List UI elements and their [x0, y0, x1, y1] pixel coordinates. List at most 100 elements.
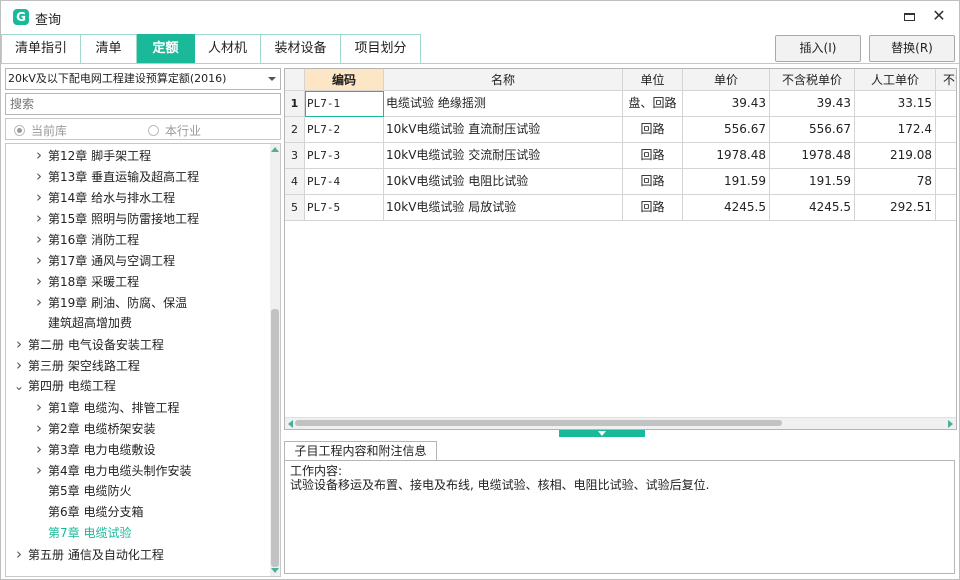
grid-cell-unit[interactable]: 回路 [623, 117, 683, 143]
chevron-right-icon[interactable]: › [12, 355, 26, 376]
tree-item[interactable]: 第6章 电缆分支箱 [32, 502, 143, 523]
maximize-icon[interactable] [903, 10, 917, 24]
grid-cell-empty[interactable] [936, 143, 956, 169]
tree-item[interactable]: › 第12章 脚手架工程 [32, 145, 151, 166]
tab-bill-guide[interactable]: 清单指引 [1, 34, 81, 64]
grid-cell-code[interactable]: PL7-4 [305, 169, 384, 195]
grid-cell-name[interactable]: 10kV电缆试验 交流耐压试验 [384, 143, 623, 169]
chevron-right-icon[interactable]: › [32, 187, 46, 208]
radio-unselected-icon[interactable] [148, 125, 159, 136]
chevron-right-icon[interactable]: › [32, 208, 46, 229]
tab-labor-material-machine[interactable]: 人材机 [195, 34, 261, 64]
tree-item[interactable]: ⌄ 第四册 电缆工程 [12, 376, 116, 397]
grid-cell-price-ex-tax[interactable]: 1978.48 [770, 143, 855, 169]
chevron-right-icon[interactable]: › [32, 271, 46, 292]
grid-cell-unit[interactable]: 回路 [623, 169, 683, 195]
column-header[interactable]: 名称 [384, 69, 623, 91]
tab-bill[interactable]: 清单 [81, 34, 137, 64]
tab-quota[interactable]: 定额 [137, 34, 195, 64]
grid-cell-price-ex-tax[interactable]: 556.67 [770, 117, 855, 143]
chevron-right-icon[interactable]: › [32, 250, 46, 271]
close-icon[interactable]: ✕ [930, 7, 948, 25]
grid-cell-price[interactable]: 556.67 [683, 117, 770, 143]
panel-splitter[interactable] [559, 430, 645, 437]
column-header[interactable]: 人工单价 [855, 69, 936, 91]
tab-installed-equipment[interactable]: 装材设备 [261, 34, 341, 64]
grid-cell-code[interactable]: PL7-5 [305, 195, 384, 221]
chevron-right-icon[interactable]: › [32, 229, 46, 250]
scroll-up-icon[interactable] [271, 147, 279, 152]
search-input[interactable] [5, 93, 281, 115]
radio-current-library[interactable]: 当前库 [14, 122, 67, 139]
grid-cell-price[interactable]: 4245.5 [683, 195, 770, 221]
scroll-down-icon[interactable] [271, 568, 279, 573]
grid-cell-code[interactable]: PL7-3 [305, 143, 384, 169]
scroll-left-icon[interactable] [288, 420, 293, 428]
chevron-right-icon[interactable]: › [32, 439, 46, 460]
replace-button[interactable]: 替换(R) [869, 35, 955, 62]
column-header[interactable]: 不含 [936, 69, 956, 91]
scroll-thumb[interactable] [271, 309, 279, 567]
grid-cell-empty[interactable] [936, 169, 956, 195]
tree-item[interactable]: › 第19章 刷油、防腐、保温 [32, 292, 187, 313]
h-scroll-thumb[interactable] [295, 420, 782, 426]
tree-item[interactable]: › 第13章 垂直运输及超高工程 [32, 166, 199, 187]
tab-item-content-notes[interactable]: 子目工程内容和附注信息 [284, 441, 437, 460]
chevron-right-icon[interactable]: › [12, 544, 26, 565]
grid-cell-empty[interactable] [936, 195, 956, 221]
chevron-right-icon[interactable]: › [32, 418, 46, 439]
grid-cell-name[interactable]: 10kV电缆试验 局放试验 [384, 195, 623, 221]
tree-item[interactable]: › 第15章 照明与防雷接地工程 [32, 208, 199, 229]
tree-item[interactable]: › 第1章 电缆沟、排管工程 [32, 397, 179, 418]
grid-cell-labor[interactable]: 33.15 [855, 91, 936, 117]
tree-item[interactable]: › 第18章 采暖工程 [32, 271, 139, 292]
grid-cell-price-ex-tax[interactable]: 191.59 [770, 169, 855, 195]
radio-selected-icon[interactable] [14, 125, 25, 136]
tree-item[interactable]: 第5章 电缆防火 [32, 481, 131, 502]
grid-cell-code[interactable]: PL7-1 [305, 91, 384, 117]
grid-cell-unit[interactable]: 回路 [623, 195, 683, 221]
chevron-right-icon[interactable]: › [32, 166, 46, 187]
chevron-right-icon[interactable]: › [32, 145, 46, 166]
chevron-right-icon[interactable]: › [32, 292, 46, 313]
tree-item[interactable]: › 第三册 架空线路工程 [12, 355, 140, 376]
tree-item[interactable]: › 第17章 通风与空调工程 [32, 250, 175, 271]
library-select[interactable]: 20kV及以下配电网工程建设预算定额(2016) [5, 68, 281, 90]
grid-cell-price[interactable]: 191.59 [683, 169, 770, 195]
grid-cell-name[interactable]: 10kV电缆试验 电阻比试验 [384, 169, 623, 195]
chevron-right-icon[interactable]: › [12, 334, 26, 355]
chevron-down-icon[interactable]: ⌄ [12, 376, 26, 397]
tree-item[interactable]: 第7章 电缆试验 [32, 523, 131, 544]
grid-cell-price[interactable]: 39.43 [683, 91, 770, 117]
tree-item[interactable]: › 第3章 电力电缆敷设 [32, 439, 155, 460]
tree-item[interactable]: 建筑超高增加费 [32, 313, 132, 334]
grid-h-scrollbar[interactable] [285, 417, 956, 429]
collapse-arrow-icon[interactable] [598, 431, 606, 436]
grid-cell-empty[interactable] [936, 117, 956, 143]
grid-cell-name[interactable]: 电缆试验 绝缘摇测 [384, 91, 623, 117]
grid-cell-price-ex-tax[interactable]: 39.43 [770, 91, 855, 117]
radio-this-industry[interactable]: 本行业 [148, 122, 201, 139]
grid-cell-unit[interactable]: 盘、回路 [623, 91, 683, 117]
chevron-right-icon[interactable]: › [32, 460, 46, 481]
column-header[interactable]: 不含税单价 [770, 69, 855, 91]
grid-cell-labor[interactable]: 78 [855, 169, 936, 195]
grid-cell-labor[interactable]: 219.08 [855, 143, 936, 169]
column-header[interactable]: 编码 [305, 69, 384, 91]
tree-item[interactable]: › 第14章 给水与排水工程 [32, 187, 175, 208]
grid-cell-labor[interactable]: 172.4 [855, 117, 936, 143]
tree-item[interactable]: › 第4章 电力电缆头制作安装 [32, 460, 191, 481]
tree-item[interactable]: › 第五册 通信及自动化工程 [12, 544, 164, 565]
column-header[interactable]: 单位 [623, 69, 683, 91]
grid-cell-unit[interactable]: 回路 [623, 143, 683, 169]
grid-cell-price-ex-tax[interactable]: 4245.5 [770, 195, 855, 221]
tree-scrollbar[interactable] [270, 144, 280, 576]
grid-cell-labor[interactable]: 292.51 [855, 195, 936, 221]
column-header[interactable]: 单价 [683, 69, 770, 91]
tab-project-division[interactable]: 项目划分 [341, 34, 421, 64]
dropdown-arrow-icon[interactable] [268, 77, 276, 81]
tree-item[interactable]: › 第16章 消防工程 [32, 229, 139, 250]
grid-cell-empty[interactable] [936, 91, 956, 117]
grid-cell-name[interactable]: 10kV电缆试验 直流耐压试验 [384, 117, 623, 143]
grid-cell-code[interactable]: PL7-2 [305, 117, 384, 143]
